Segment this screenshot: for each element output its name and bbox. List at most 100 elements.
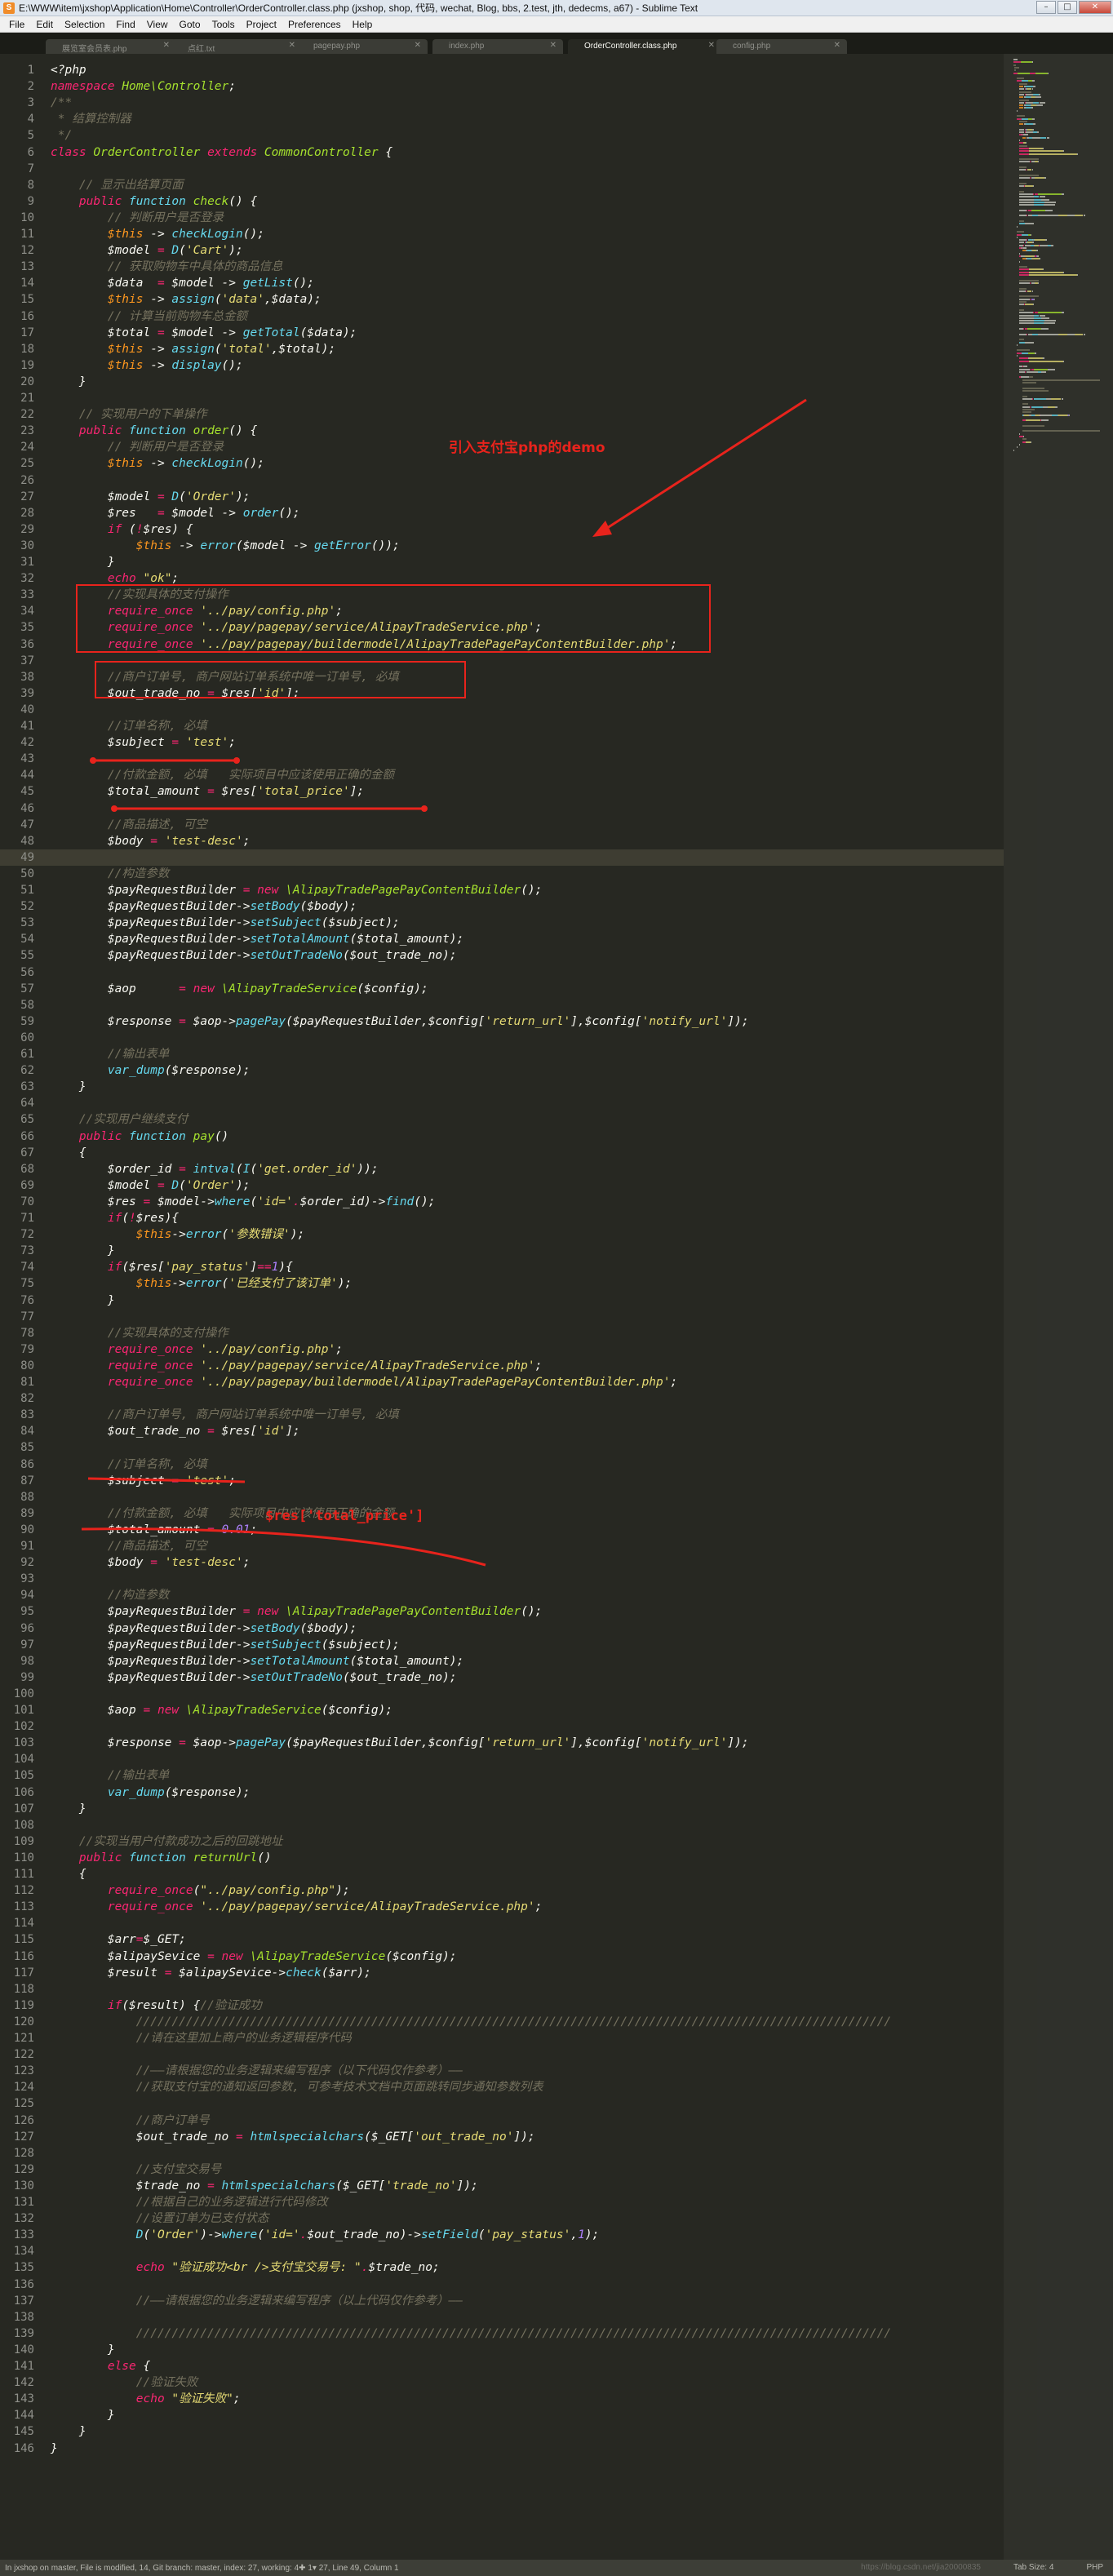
code-line[interactable]: 31 }: [0, 554, 1004, 570]
code-line[interactable]: 54 $payRequestBuilder->setTotalAmount($t…: [0, 931, 1004, 947]
code-line[interactable]: 48 $body = 'test-desc';: [0, 833, 1004, 849]
code-line[interactable]: 111 {: [0, 1866, 1004, 1882]
code-line[interactable]: 58: [0, 997, 1004, 1013]
code-line[interactable]: 11 $this -> checkLogin();: [0, 226, 1004, 242]
code-line[interactable]: 17 $total = $model -> getTotal($data);: [0, 325, 1004, 341]
code-line[interactable]: 63 }: [0, 1079, 1004, 1095]
maximize-button[interactable]: □: [1058, 1, 1077, 14]
code-line[interactable]: 51 $payRequestBuilder = new \AlipayTrade…: [0, 882, 1004, 898]
code-line[interactable]: 66 public function pay(): [0, 1128, 1004, 1145]
minimap[interactable]: [1004, 54, 1113, 2560]
code-line[interactable]: 32 echo "ok";: [0, 570, 1004, 587]
code-line[interactable]: 71 if(!$res){: [0, 1210, 1004, 1226]
code-line[interactable]: 49: [0, 849, 1004, 866]
code-line[interactable]: 84 $out_trade_no = $res['id'];: [0, 1423, 1004, 1439]
code-line[interactable]: 69 $model = D('Order');: [0, 1177, 1004, 1194]
code-line[interactable]: 95 $payRequestBuilder = new \AlipayTrade…: [0, 1603, 1004, 1620]
tab-close-icon[interactable]: ✕: [834, 41, 840, 50]
code-line[interactable]: 88: [0, 1489, 1004, 1505]
code-line[interactable]: 78 //实现具体的支付操作: [0, 1325, 1004, 1341]
menu-tools[interactable]: Tools: [206, 19, 241, 30]
code-line[interactable]: 97 $payRequestBuilder->setSubject($subje…: [0, 1637, 1004, 1653]
code-line[interactable]: 23 public function order() {: [0, 423, 1004, 439]
code-line[interactable]: 34 require_once '../pay/config.php';: [0, 603, 1004, 619]
menu-file[interactable]: File: [3, 19, 30, 30]
code-line[interactable]: 25 $this -> checkLogin();: [0, 455, 1004, 472]
code-line[interactable]: 131 //根据自己的业务逻辑进行代码修改: [0, 2194, 1004, 2210]
code-line[interactable]: 82: [0, 1390, 1004, 1407]
code-line[interactable]: 100: [0, 1686, 1004, 1702]
syntax-mode[interactable]: PHP: [1086, 2563, 1103, 2572]
code-line[interactable]: 5 */: [0, 127, 1004, 144]
tab-file-3[interactable]: pagepay.php ✕: [297, 39, 428, 54]
menu-preferences[interactable]: Preferences: [282, 19, 347, 30]
code-line[interactable]: 2 namespace Home\Controller;: [0, 78, 1004, 95]
code-line[interactable]: 59 $response = $aop->pagePay($payRequest…: [0, 1013, 1004, 1030]
code-line[interactable]: 47 //商品描述, 可空: [0, 817, 1004, 833]
tab-close-icon[interactable]: ✕: [163, 41, 170, 50]
code-line[interactable]: 108: [0, 1817, 1004, 1833]
code-line[interactable]: 7: [0, 161, 1004, 177]
code-line[interactable]: 94 //构造参数: [0, 1587, 1004, 1603]
code-line[interactable]: 46: [0, 800, 1004, 817]
code-line[interactable]: 86 //订单名称, 必填: [0, 1456, 1004, 1473]
code-line[interactable]: 119 if($result) {//验证成功: [0, 1997, 1004, 2014]
code-line[interactable]: 55 $payRequestBuilder->setOutTradeNo($ou…: [0, 947, 1004, 964]
code-line[interactable]: 6 class OrderController extends CommonCon…: [0, 144, 1004, 161]
code-line[interactable]: 40: [0, 702, 1004, 718]
code-line[interactable]: 72 $this->error('参数错误');: [0, 1226, 1004, 1243]
menu-edit[interactable]: Edit: [30, 19, 59, 30]
code-line[interactable]: 133 D('Order')->where('id='.$out_trade_n…: [0, 2227, 1004, 2243]
code-line[interactable]: 128: [0, 2145, 1004, 2161]
code-line[interactable]: 12 $model = D('Cart');: [0, 242, 1004, 259]
code-line[interactable]: 75 $this->error('已经支付了该订单');: [0, 1275, 1004, 1292]
tab-file-6[interactable]: config.php ✕: [716, 39, 847, 54]
tab-close-icon[interactable]: ✕: [708, 41, 715, 50]
code-line[interactable]: 91 //商品描述, 可空: [0, 1538, 1004, 1554]
code-line[interactable]: 36 require_once '../pay/pagepay/builderm…: [0, 636, 1004, 653]
code-line[interactable]: 102: [0, 1718, 1004, 1735]
code-line[interactable]: 29 if (!$res) {: [0, 521, 1004, 538]
code-line[interactable]: 136: [0, 2277, 1004, 2293]
code-line[interactable]: 130 $trade_no = htmlspecialchars($_GET['…: [0, 2178, 1004, 2194]
close-button[interactable]: ✕: [1079, 1, 1111, 14]
code-line[interactable]: 8 // 显示出结算页面: [0, 177, 1004, 193]
code-line[interactable]: 110 public function returnUrl(): [0, 1850, 1004, 1866]
code-line[interactable]: 14 $data = $model -> getList();: [0, 275, 1004, 291]
code-line[interactable]: 137 //——请根据您的业务逻辑来编写程序（以上代码仅作参考）——: [0, 2293, 1004, 2309]
menu-selection[interactable]: Selection: [59, 19, 110, 30]
code-line[interactable]: 3 /**: [0, 95, 1004, 111]
code-line[interactable]: 35 require_once '../pay/pagepay/service/…: [0, 619, 1004, 636]
code-line[interactable]: 60: [0, 1030, 1004, 1046]
code-line[interactable]: 80 require_once '../pay/pagepay/service/…: [0, 1358, 1004, 1374]
code-line[interactable]: 70 $res = $model->where('id='.$order_id)…: [0, 1194, 1004, 1210]
code-line[interactable]: 92 $body = 'test-desc';: [0, 1554, 1004, 1571]
code-line[interactable]: 96 $payRequestBuilder->setBody($body);: [0, 1621, 1004, 1637]
code-line[interactable]: 113 require_once '../pay/pagepay/service…: [0, 1899, 1004, 1915]
code-line[interactable]: 105 //输出表单: [0, 1767, 1004, 1784]
code-line[interactable]: 56: [0, 964, 1004, 981]
code-line[interactable]: 45 $total_amount = $res['total_price'];: [0, 783, 1004, 800]
code-line[interactable]: 126 //商户订单号: [0, 2113, 1004, 2129]
code-line[interactable]: 90 $total_amount = 0.01;: [0, 1522, 1004, 1538]
code-line[interactable]: 120 ////////////////////////////////////…: [0, 2014, 1004, 2030]
code-line[interactable]: 26: [0, 472, 1004, 489]
code-line[interactable]: 20 }: [0, 374, 1004, 390]
code-line[interactable]: 143 echo "验证失败";: [0, 2391, 1004, 2407]
code-line[interactable]: 43: [0, 751, 1004, 767]
code-line[interactable]: 28 $res = $model -> order();: [0, 505, 1004, 521]
code-line[interactable]: 4 * 结算控制器: [0, 111, 1004, 127]
code-line[interactable]: 13 // 获取购物车中具体的商品信息: [0, 259, 1004, 275]
menu-goto[interactable]: Goto: [174, 19, 206, 30]
code-line[interactable]: 98 $payRequestBuilder->setTotalAmount($t…: [0, 1653, 1004, 1669]
code-line[interactable]: 27 $model = D('Order');: [0, 489, 1004, 505]
code-line[interactable]: 122: [0, 2046, 1004, 2063]
code-line[interactable]: 30 $this -> error($model -> getError());: [0, 538, 1004, 554]
code-line[interactable]: 132 //设置订单为已支付状态: [0, 2210, 1004, 2227]
code-line[interactable]: 74 if($res['pay_status']==1){: [0, 1259, 1004, 1275]
code-line[interactable]: 138: [0, 2309, 1004, 2325]
code-line[interactable]: 37: [0, 653, 1004, 669]
code-line[interactable]: 24 // 判断用户是否登录: [0, 439, 1004, 455]
code-line[interactable]: 15 $this -> assign('data',$data);: [0, 291, 1004, 308]
code-line[interactable]: 109 //实现当用户付款成功之后的回跳地址: [0, 1833, 1004, 1850]
